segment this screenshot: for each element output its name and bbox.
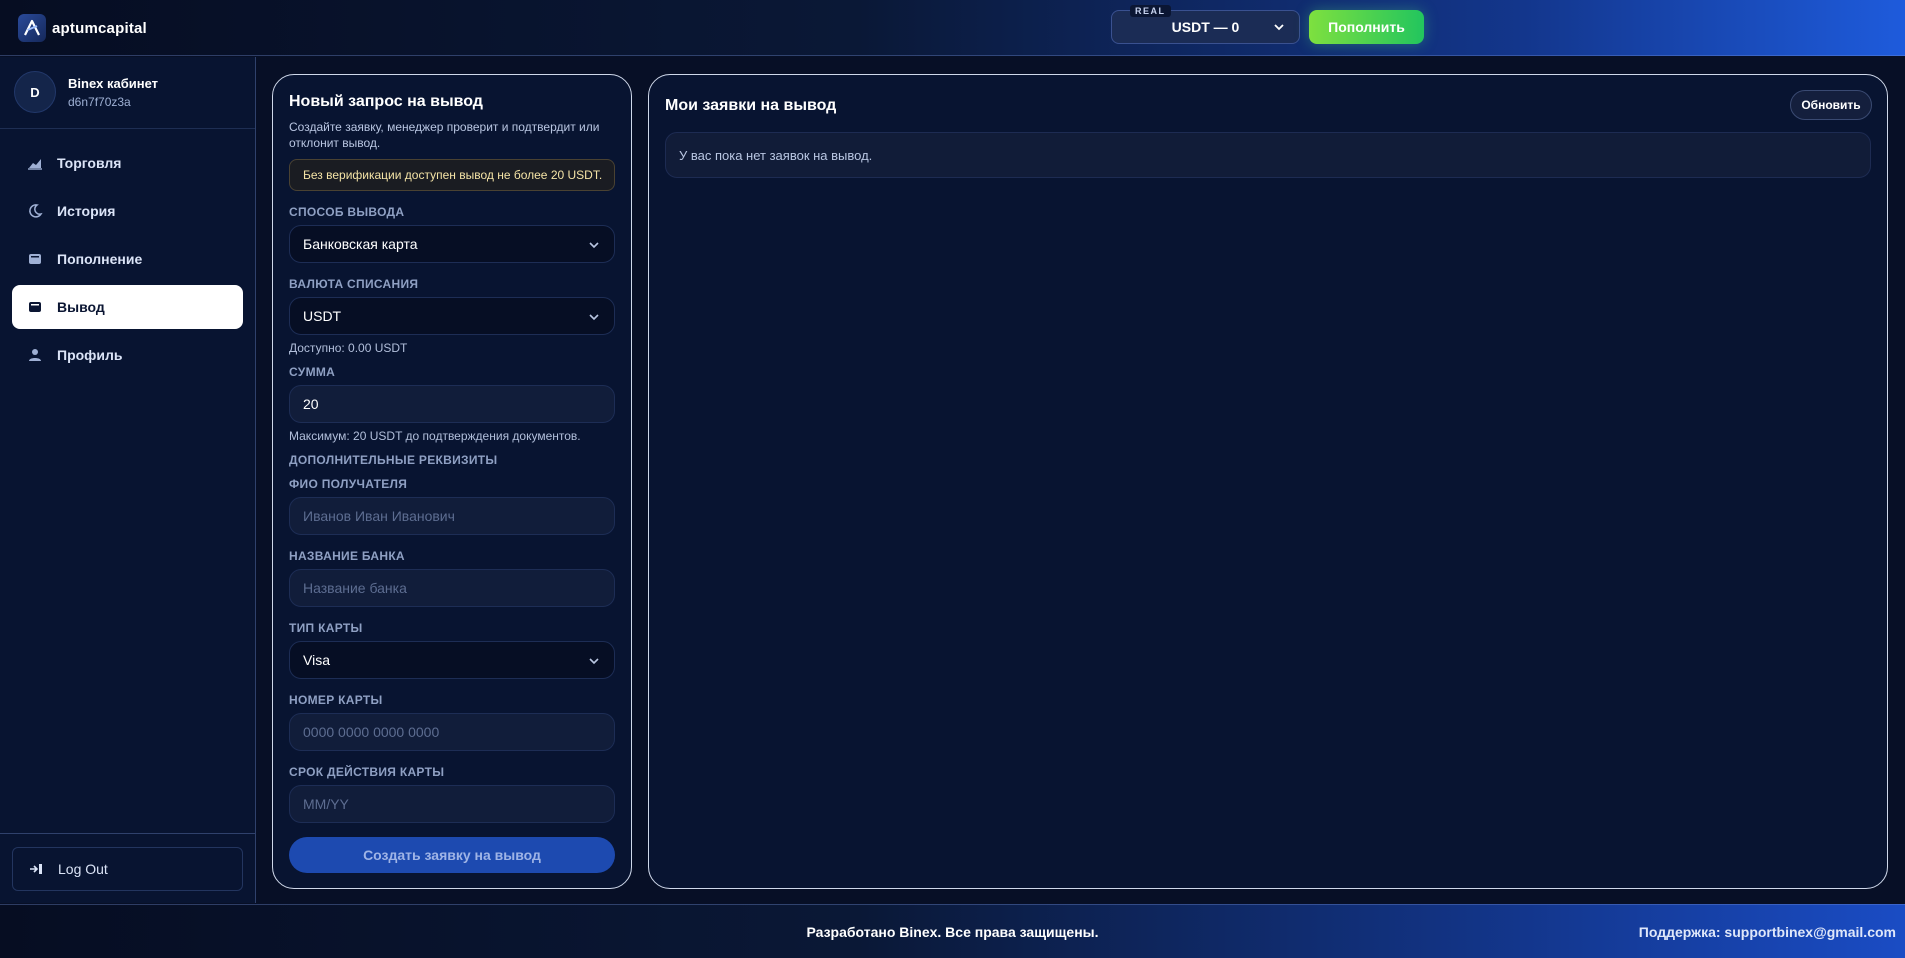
account-selector[interactable]: REAL USDT — 0: [1111, 5, 1300, 44]
sidebar-item-label: Торговля: [57, 155, 122, 171]
card-number-input[interactable]: [303, 714, 614, 750]
sidebar-item-trading[interactable]: Торговля: [12, 141, 243, 185]
bank-input[interactable]: [303, 570, 614, 606]
form-title: Новый запрос на вывод: [289, 93, 483, 110]
wallet-icon: [29, 302, 41, 312]
withdraw-method-value: Банковская карта: [303, 236, 418, 252]
form-description: Создайте заявку, менеджер проверит и под…: [289, 120, 600, 150]
amount-label: СУММА: [289, 365, 336, 379]
card-number-field[interactable]: [289, 713, 615, 751]
amount-input[interactable]: [303, 386, 614, 422]
card-number-label: НОМЕР КАРТЫ: [289, 693, 383, 707]
sidebar-item-profile[interactable]: Профиль: [12, 333, 243, 377]
withdraw-method-select[interactable]: Банковская карта: [289, 225, 615, 263]
sidebar: D Binex кабинет d6n7f70z3a Торговля Исто…: [0, 57, 256, 903]
chevron-down-icon: [589, 314, 599, 321]
divider: [0, 128, 255, 129]
brand-name: aptumcapital: [52, 19, 147, 37]
divider: [0, 833, 255, 834]
logout-label: Log Out: [58, 861, 108, 877]
empty-requests-message: У вас пока нет заявок на вывод.: [665, 132, 1871, 178]
currency-label: ВАЛЮТА СПИСАНИЯ: [289, 277, 419, 291]
expiry-field[interactable]: [289, 785, 615, 823]
avatar: D: [14, 71, 56, 113]
requests-title: Мои заявки на вывод: [665, 97, 837, 114]
logo-mark-icon: [18, 14, 46, 42]
card-type-label: ТИП КАРТЫ: [289, 621, 363, 635]
moon-icon: [29, 204, 43, 218]
currency-select[interactable]: USDT: [289, 297, 615, 335]
bank-label: НАЗВАНИЕ БАНКА: [289, 549, 405, 563]
sidebar-item-label: Вывод: [57, 299, 105, 315]
user-id: d6n7f70z3a: [68, 94, 131, 109]
recipient-field[interactable]: [289, 497, 615, 535]
chevron-down-icon: [589, 658, 599, 665]
extra-details-label: ДОПОЛНИТЕЛЬНЫЕ РЕКВИЗИТЫ: [289, 453, 498, 467]
sidebar-item-withdraw[interactable]: Вывод: [12, 285, 243, 329]
max-amount-hint: Максимум: 20 USDT до подтверждения докум…: [289, 429, 581, 443]
sidebar-item-history[interactable]: История: [12, 189, 243, 233]
card-type-select[interactable]: Visa: [289, 641, 615, 679]
footer-support-contact[interactable]: Поддержка: supportbinex@gmail.com: [1639, 924, 1896, 940]
footer-copyright: Разработано Binex. Все права защищены.: [806, 924, 1099, 940]
user-icon: [29, 349, 41, 361]
sidebar-item-label: Профиль: [57, 347, 123, 363]
expiry-label: СРОК ДЕЙСТВИЯ КАРТЫ: [289, 765, 445, 779]
account-type-badge: REAL: [1130, 5, 1171, 17]
currency-value: USDT: [303, 308, 342, 324]
account-balance: USDT — 0: [1171, 19, 1240, 35]
sidebar-item-deposit[interactable]: Пополнение: [12, 237, 243, 281]
sidebar-item-label: Пополнение: [57, 251, 143, 267]
chevron-down-icon: [1274, 24, 1284, 31]
recipient-label: ФИО ПОЛУЧАТЕЛЯ: [289, 477, 408, 491]
withdraw-form-panel: Новый запрос на вывод Создайте заявку, м…: [272, 74, 632, 889]
create-withdraw-request-button[interactable]: Создать заявку на вывод: [289, 837, 615, 873]
deposit-button[interactable]: Пополнить: [1309, 10, 1424, 44]
wallet-icon: [29, 254, 41, 264]
sidebar-nav: Торговля История Пополнение Вывод Профил…: [12, 141, 243, 381]
chart-icon: [28, 159, 42, 170]
card-type-value: Visa: [303, 652, 330, 668]
available-balance-hint: Доступно: 0.00 USDT: [289, 341, 408, 355]
user-card: D Binex кабинет d6n7f70z3a: [14, 71, 158, 113]
withdraw-requests-panel: Мои заявки на вывод Обновить У вас пока …: [648, 74, 1888, 889]
method-label: СПОСОБ ВЫВОДА: [289, 205, 405, 219]
chevron-down-icon: [589, 242, 599, 249]
amount-field[interactable]: [289, 385, 615, 423]
logout-icon: [30, 864, 42, 874]
recipient-input[interactable]: [303, 498, 614, 534]
brand-logo[interactable]: aptumcapital: [18, 14, 147, 42]
sidebar-item-label: История: [57, 203, 116, 219]
user-name: Binex кабинет: [68, 75, 159, 91]
refresh-button[interactable]: Обновить: [1790, 90, 1872, 120]
verification-notice: Без верификации доступен вывод не более …: [289, 159, 615, 191]
footer: Разработано Binex. Все права защищены. П…: [0, 904, 1905, 958]
top-header: aptumcapital REAL USDT — 0 Пополнить: [0, 0, 1905, 56]
expiry-input[interactable]: [303, 786, 614, 822]
bank-field[interactable]: [289, 569, 615, 607]
logout-button[interactable]: Log Out: [12, 847, 243, 891]
